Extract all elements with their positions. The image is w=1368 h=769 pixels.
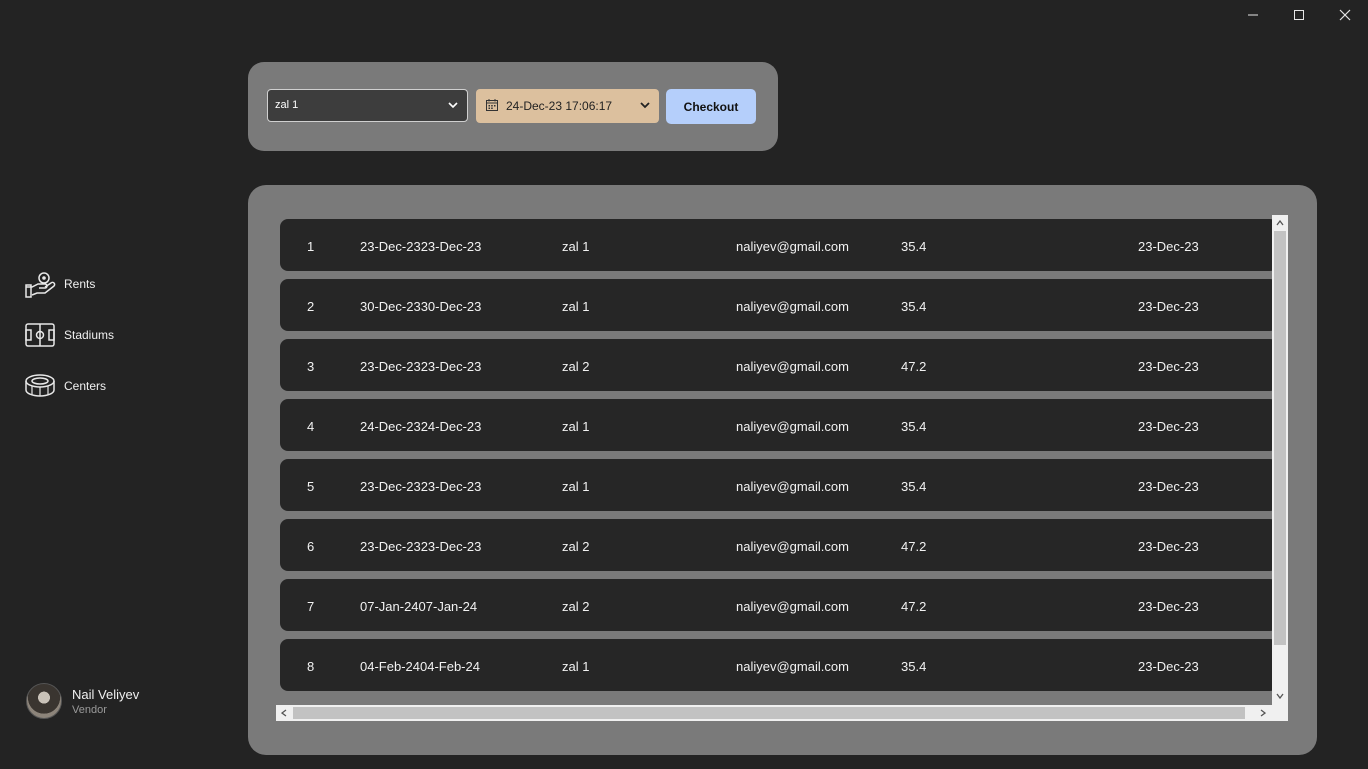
rent-price: 35.4 <box>901 299 927 314</box>
rents-list[interactable]: 1 23-Dec-2323-Dec-23 zal 1 naliyev@gmail.co… <box>276 215 1272 705</box>
rent-created: 23-Dec-23 <box>1138 359 1199 374</box>
rent-email: naliyev@gmail.com <box>736 299 849 314</box>
rent-price: 35.4 <box>901 419 927 434</box>
rents-panel: 1 23-Dec-2323-Dec-23 zal 1 naliyev@gmail.co… <box>248 185 1317 755</box>
rent-id: 5 <box>307 479 315 494</box>
sidebar-item-label: Rents <box>64 277 96 291</box>
rent-email: naliyev@gmail.com <box>736 419 849 434</box>
table-row[interactable]: 2 30-Dec-2330-Dec-23 zal 1 naliyev@gmail.co… <box>280 279 1272 331</box>
sidebar-item-label: Stadiums <box>64 328 115 342</box>
hall-select-value: zal 1 <box>275 99 299 111</box>
rent-id: 2 <box>307 299 315 314</box>
close-icon <box>1339 9 1351 21</box>
user-profile[interactable]: Nail Veliyev Vendor <box>26 683 139 719</box>
rent-dates: 24-Dec-2324-Dec-23 <box>360 419 482 434</box>
rent-dates: 23-Dec-2323-Dec-23 <box>360 479 482 494</box>
scroll-up-icon[interactable] <box>1276 220 1284 226</box>
table-row[interactable]: 1 23-Dec-2323-Dec-23 zal 1 naliyev@gmail.co… <box>280 219 1272 271</box>
rent-email: naliyev@gmail.com <box>736 239 849 254</box>
rent-price: 35.4 <box>901 659 927 674</box>
window-controls <box>1230 0 1368 30</box>
rent-price: 35.4 <box>901 239 927 254</box>
minimize-button[interactable] <box>1230 0 1276 30</box>
rent-price: 47.2 <box>901 359 927 374</box>
table-row[interactable]: 6 23-Dec-2323-Dec-23 zal 2 naliyev@gmail.co… <box>280 519 1272 571</box>
avatar <box>26 683 62 719</box>
checkout-button[interactable]: Checkout <box>666 89 756 124</box>
table-row[interactable]: 4 24-Dec-2324-Dec-23 zal 1 naliyev@gmail.co… <box>280 399 1272 451</box>
scroll-left-icon[interactable] <box>281 709 287 717</box>
rent-hall: zal 2 <box>562 539 590 554</box>
hall-select[interactable]: zal 1 <box>267 89 468 122</box>
rent-dates: 23-Dec-2323-Dec-23 <box>360 359 482 374</box>
rent-created: 23-Dec-23 <box>1138 419 1199 434</box>
rent-created: 23-Dec-23 <box>1138 299 1199 314</box>
sidebar-item-label: Centers <box>64 379 107 393</box>
horizontal-scrollbar[interactable] <box>276 705 1288 721</box>
rent-hall: zal 1 <box>562 299 590 314</box>
rent-hall: zal 2 <box>562 359 590 374</box>
rent-created: 23-Dec-23 <box>1138 239 1199 254</box>
rent-id: 6 <box>307 539 315 554</box>
sidebar-item-rents[interactable]: Rents <box>24 270 95 298</box>
rent-id: 8 <box>307 659 315 674</box>
rent-dates: 07-Jan-2407-Jan-24 <box>360 599 478 614</box>
rent-price: 35.4 <box>901 479 927 494</box>
rent-dates: 30-Dec-2330-Dec-23 <box>360 299 482 314</box>
rent-dates: 04-Feb-2404-Feb-24 <box>360 659 480 674</box>
rent-email: naliyev@gmail.com <box>736 539 849 554</box>
rent-created: 23-Dec-23 <box>1138 479 1199 494</box>
table-row[interactable]: 5 23-Dec-2323-Dec-23 zal 1 naliyev@gmail.co… <box>280 459 1272 511</box>
scroll-down-icon[interactable] <box>1276 693 1284 699</box>
maximize-button[interactable] <box>1276 0 1322 30</box>
rent-email: naliyev@gmail.com <box>736 659 849 674</box>
user-role: Vendor <box>72 703 107 716</box>
rent-hall: zal 1 <box>562 419 590 434</box>
rent-hall: zal 1 <box>562 659 590 674</box>
calendar-icon <box>486 99 498 111</box>
sidebar-item-centers[interactable]: Centers <box>24 373 106 399</box>
filter-panel: zal 1 24-Dec-23 17:06:17 Checkout <box>248 62 778 151</box>
stadium-field-icon <box>25 323 55 347</box>
table-row[interactable]: 3 23-Dec-2323-Dec-23 zal 2 naliyev@gmail.co… <box>280 339 1272 391</box>
date-picker[interactable]: 24-Dec-23 17:06:17 <box>476 89 659 123</box>
user-name: Nail Veliyev <box>72 686 140 702</box>
rent-created: 23-Dec-23 <box>1138 599 1199 614</box>
rent-price: 47.2 <box>901 539 927 554</box>
rent-email: naliyev@gmail.com <box>736 479 849 494</box>
vertical-scrollbar[interactable] <box>1272 215 1288 705</box>
minimize-icon <box>1248 14 1258 16</box>
date-value: 24-Dec-23 17:06:17 <box>506 99 613 113</box>
rent-id: 3 <box>307 359 315 374</box>
vertical-scroll-thumb[interactable] <box>1274 231 1286 645</box>
maximize-icon <box>1294 10 1304 20</box>
horizontal-scroll-thumb[interactable] <box>293 707 1245 719</box>
rent-created: 23-Dec-23 <box>1138 659 1199 674</box>
rent-hall: zal 1 <box>562 239 590 254</box>
sidebar-item-stadiums[interactable]: Stadiums <box>24 322 114 348</box>
rent-email: naliyev@gmail.com <box>736 599 849 614</box>
close-button[interactable] <box>1322 0 1368 30</box>
table-row[interactable]: 8 04-Feb-2404-Feb-24 zal 1 naliyev@gmail.co… <box>280 639 1272 691</box>
rent-id: 1 <box>307 239 315 254</box>
rent-created: 23-Dec-23 <box>1138 539 1199 554</box>
hand-coin-icon <box>25 272 56 298</box>
rent-email: naliyev@gmail.com <box>736 359 849 374</box>
rent-hall: zal 1 <box>562 479 590 494</box>
chevron-down-icon <box>640 102 650 109</box>
rent-dates: 23-Dec-2323-Dec-23 <box>360 239 482 254</box>
rent-price: 47.2 <box>901 599 927 614</box>
rent-hall: zal 2 <box>562 599 590 614</box>
scroll-right-icon[interactable] <box>1260 709 1266 717</box>
rent-id: 4 <box>307 419 315 434</box>
table-row[interactable]: 7 07-Jan-2407-Jan-24 zal 2 naliyev@gmail.co… <box>280 579 1272 631</box>
rent-id: 7 <box>307 599 315 614</box>
chevron-down-icon <box>448 102 458 109</box>
rent-dates: 23-Dec-2323-Dec-23 <box>360 539 482 554</box>
arena-icon <box>25 374 55 397</box>
